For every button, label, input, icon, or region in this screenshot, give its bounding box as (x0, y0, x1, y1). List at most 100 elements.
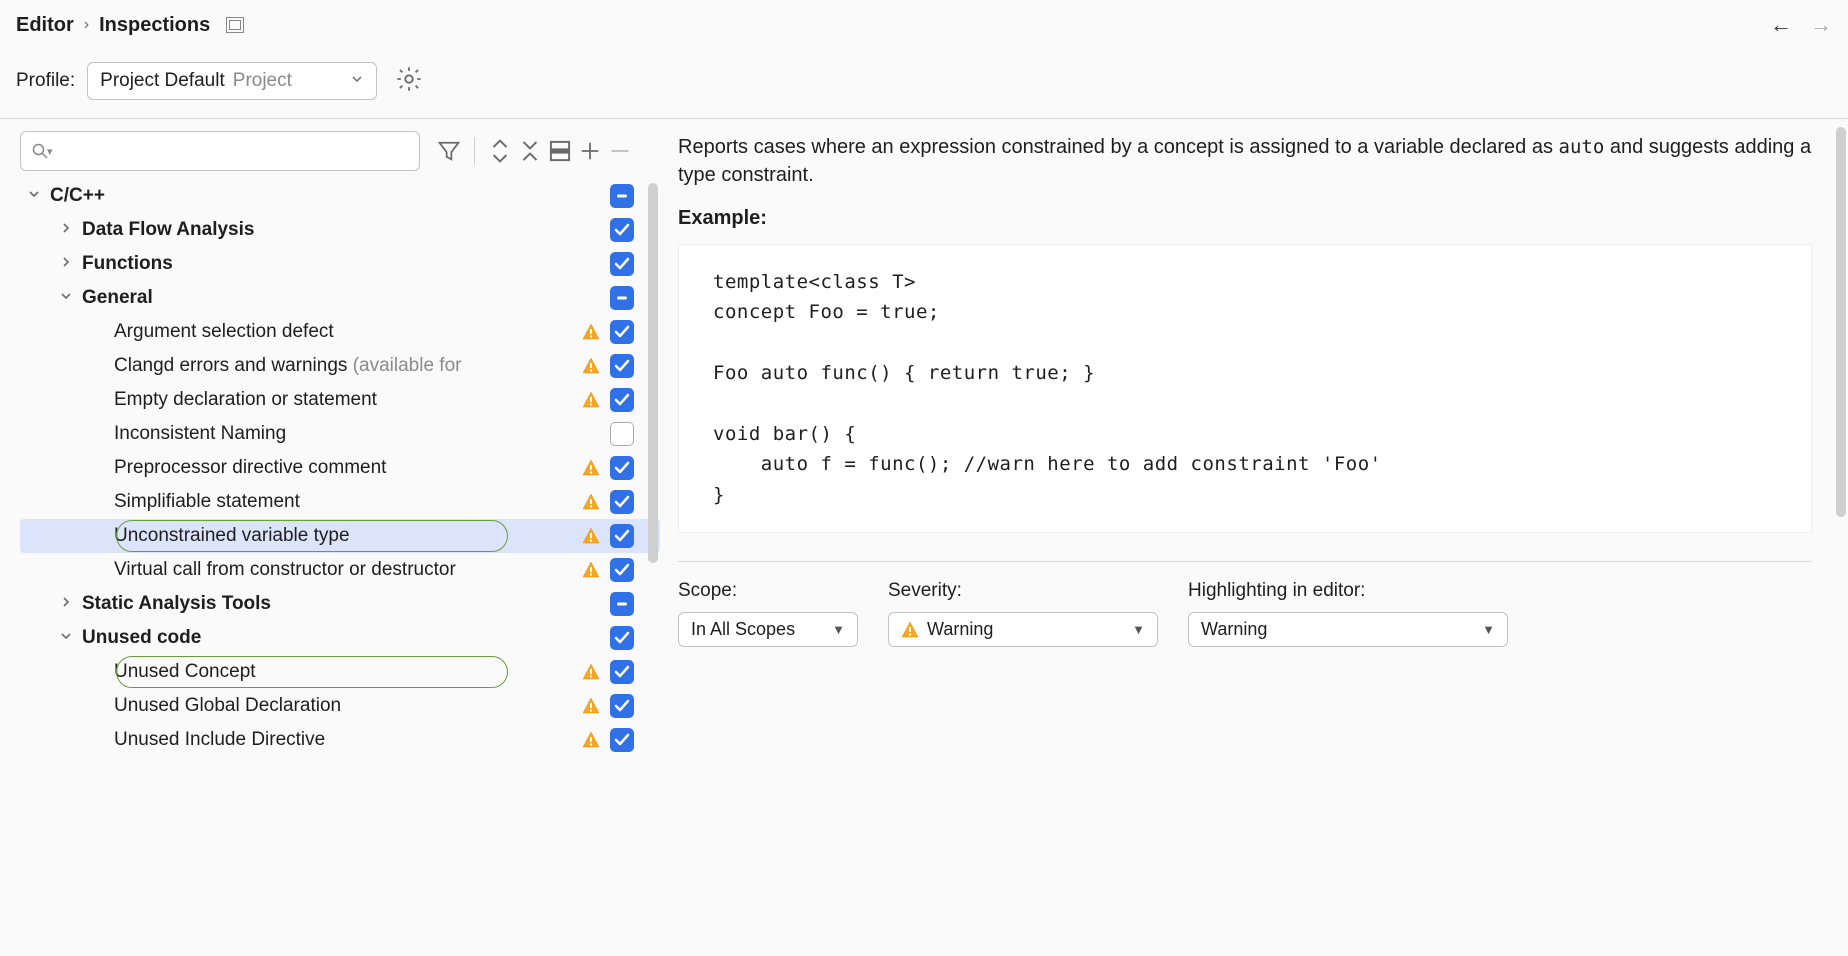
tree-item-func[interactable]: Functions (20, 247, 660, 281)
inspection-checkbox[interactable] (610, 184, 634, 208)
warning-icon (582, 561, 600, 579)
profile-row: Profile: Project Default Project (0, 52, 1848, 119)
tree-item-empty[interactable]: Empty declaration or statement (20, 383, 660, 417)
inspection-checkbox[interactable] (610, 728, 634, 752)
inspection-checkbox[interactable] (610, 694, 634, 718)
highlight-label: Highlighting in editor: (1188, 580, 1508, 602)
left-panel: ▾ C/C++ Data Flow Analysis FunctionsGenera… (0, 119, 660, 767)
add-icon[interactable] (577, 138, 603, 164)
inspection-checkbox[interactable] (610, 320, 634, 344)
profile-scope: Project (233, 70, 292, 92)
warning-icon (582, 731, 600, 749)
tree-item-label: Clangd errors and warnings (available fo… (114, 355, 582, 377)
nav-arrows: ← → (1770, 12, 1832, 38)
scope-label: Scope: (678, 580, 858, 602)
tree-item-unused[interactable]: Unused code (20, 621, 660, 655)
severity-label: Severity: (888, 580, 1158, 602)
breadcrumb-current: Inspections (99, 14, 210, 37)
profile-select[interactable]: Project Default Project (87, 62, 377, 100)
inspection-description: Reports cases where an expression constr… (678, 133, 1812, 189)
filter-icon[interactable] (436, 138, 462, 164)
profile-label: Profile: (16, 70, 75, 92)
tree-item-label: Preprocessor directive comment (114, 457, 582, 479)
expand-toggle-icon[interactable] (56, 289, 76, 307)
breadcrumb: Editor › Inspections (16, 14, 244, 37)
inspection-checkbox[interactable] (610, 456, 634, 480)
breadcrumb-parent[interactable]: Editor (16, 14, 74, 37)
inspection-checkbox[interactable] (610, 592, 634, 616)
tree-item-virt[interactable]: Virtual call from constructor or destruc… (20, 553, 660, 587)
forward-arrow-icon[interactable]: → (1810, 12, 1832, 38)
inspections-tree[interactable]: C/C++ Data Flow Analysis FunctionsGeneralA… (20, 179, 660, 757)
inspection-checkbox[interactable] (610, 660, 634, 684)
detail-divider (678, 561, 1812, 562)
tree-item-label: Virtual call from constructor or destruc… (114, 559, 582, 581)
profile-name: Project Default (100, 70, 225, 92)
inspection-checkbox[interactable] (610, 524, 634, 548)
inspection-checkbox[interactable] (610, 218, 634, 242)
warning-icon (582, 697, 600, 715)
inspection-checkbox[interactable] (610, 490, 634, 514)
inspection-checkbox[interactable] (610, 558, 634, 582)
tree-item-sat[interactable]: Static Analysis Tools (20, 587, 660, 621)
tree-item-uncon[interactable]: Unconstrained variable type (20, 519, 660, 553)
warning-icon (582, 663, 600, 681)
right-scrollbar[interactable] (1836, 127, 1846, 517)
tree-item-dfa[interactable]: Data Flow Analysis (20, 213, 660, 247)
inspection-checkbox[interactable] (610, 388, 634, 412)
collapse-all-icon[interactable] (517, 138, 543, 164)
scope-dropdown[interactable]: In All Scopes ▼ (678, 612, 858, 647)
search-field[interactable] (57, 141, 409, 162)
tree-item-gen[interactable]: General (20, 281, 660, 315)
detail-panel: Reports cases where an expression constr… (660, 119, 1848, 767)
inspection-checkbox[interactable] (610, 422, 634, 446)
tree-item-uglobal[interactable]: Unused Global Declaration (20, 689, 660, 723)
tree-item-label: Unconstrained variable type (114, 525, 582, 547)
tree-item-label: Inconsistent Naming (114, 423, 582, 445)
inspection-checkbox[interactable] (610, 626, 634, 650)
tree-item-cc[interactable]: C/C++ (20, 179, 660, 213)
tree-item-label: Data Flow Analysis (82, 219, 582, 241)
window-icon[interactable] (226, 17, 244, 33)
tree-item-label: Unused Concept (114, 661, 582, 683)
chevron-down-icon: ▼ (1482, 622, 1495, 637)
example-label: Example: (678, 207, 1812, 230)
tree-item-label: Empty declaration or statement (114, 389, 582, 411)
warning-icon (582, 527, 600, 545)
tree-item-incon[interactable]: Inconsistent Naming (20, 417, 660, 451)
tree-item-label: C/C++ (50, 185, 582, 207)
tree-item-prep[interactable]: Preprocessor directive comment (20, 451, 660, 485)
warning-icon (582, 459, 600, 477)
tree-item-simp[interactable]: Simplifiable statement (20, 485, 660, 519)
expand-toggle-icon[interactable] (56, 221, 76, 239)
tree-item-label: Static Analysis Tools (82, 593, 582, 615)
warning-icon (582, 391, 600, 409)
warning-icon (582, 493, 600, 511)
expand-all-icon[interactable] (487, 138, 513, 164)
tree-item-asd[interactable]: Argument selection defect (20, 315, 660, 349)
inspection-checkbox[interactable] (610, 286, 634, 310)
back-arrow-icon[interactable]: ← (1770, 12, 1792, 38)
inspection-checkbox[interactable] (610, 354, 634, 378)
expand-toggle-icon[interactable] (24, 187, 44, 205)
reset-icon[interactable] (547, 138, 573, 164)
gear-icon[interactable] (395, 65, 423, 98)
highlight-dropdown[interactable]: Warning ▼ (1188, 612, 1508, 647)
chevron-down-icon (350, 70, 364, 92)
expand-toggle-icon[interactable] (56, 629, 76, 647)
tree-item-label: Unused code (82, 627, 582, 649)
inspection-checkbox[interactable] (610, 252, 634, 276)
warning-icon (582, 323, 600, 341)
left-scrollbar[interactable] (648, 183, 660, 763)
code-example: template<class T> concept Foo = true; Fo… (678, 244, 1812, 533)
toolbar-divider (474, 137, 475, 165)
tree-item-clangd[interactable]: Clangd errors and warnings (available fo… (20, 349, 660, 383)
severity-dropdown[interactable]: Warning ▼ (888, 612, 1158, 647)
remove-icon[interactable] (607, 138, 633, 164)
tree-item-uconcept[interactable]: Unused Concept (20, 655, 660, 689)
chevron-down-icon: ▼ (832, 622, 845, 637)
expand-toggle-icon[interactable] (56, 255, 76, 273)
tree-item-uincl[interactable]: Unused Include Directive (20, 723, 660, 757)
search-input[interactable]: ▾ (20, 131, 420, 171)
expand-toggle-icon[interactable] (56, 595, 76, 613)
